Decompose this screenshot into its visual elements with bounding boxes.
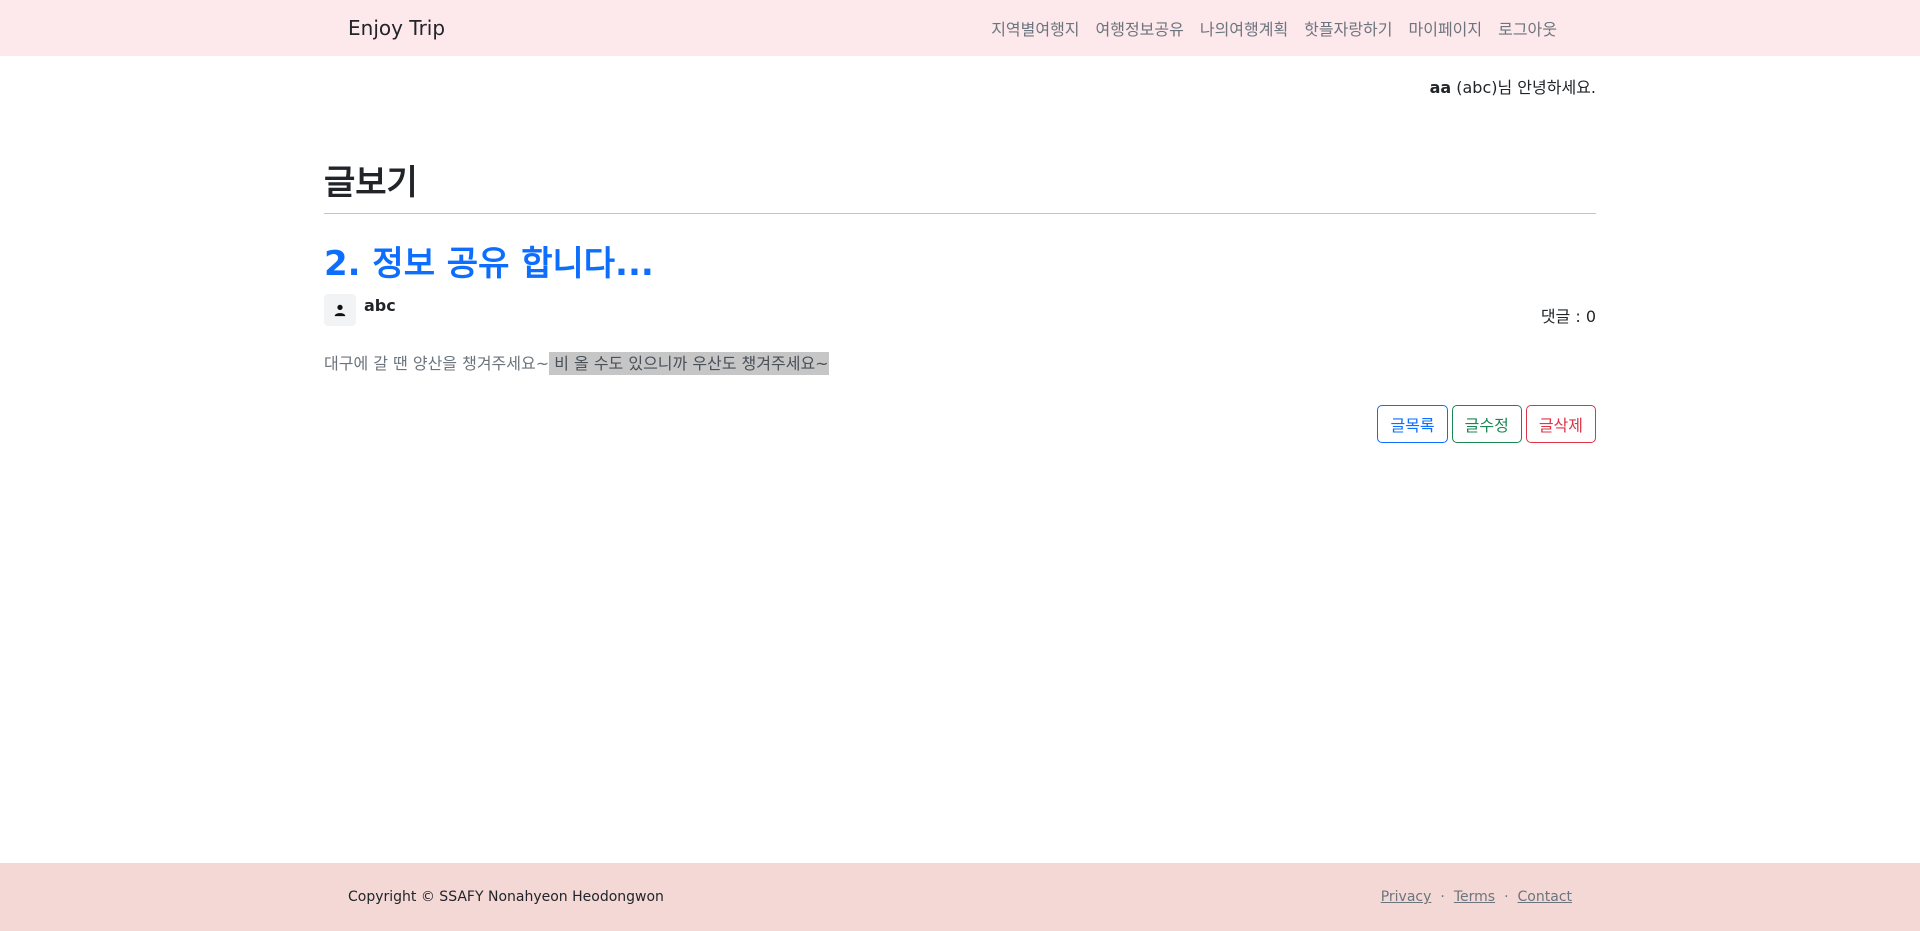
nav-item-travel-info-share[interactable]: 여행정보공유: [1088, 16, 1192, 40]
list-button[interactable]: 글목록: [1377, 405, 1448, 443]
copyright-text: Copyright © SSAFY Nonahyeon Heodongwon: [348, 889, 664, 905]
brand-link[interactable]: Enjoy Trip: [348, 0, 445, 56]
footer-link-contact[interactable]: Contact: [1518, 889, 1572, 905]
content-text: 대구에 갈 땐 양산을 챙겨주세요~: [324, 354, 550, 373]
footer-separator: ·: [1504, 889, 1509, 905]
footer-link-privacy[interactable]: Privacy: [1381, 889, 1432, 905]
nav-item-logout[interactable]: 로그아웃: [1490, 16, 1565, 40]
edit-button[interactable]: 글수정: [1451, 405, 1522, 443]
article-author: abc: [364, 296, 396, 315]
greeting-text: (abc)님 안녕하세요.: [1451, 78, 1596, 97]
nav-item-mypage[interactable]: 마이페이지: [1401, 16, 1491, 40]
article-title: 2. 정보 공유 합니다...: [324, 244, 654, 284]
footer-links: Privacy · Terms · Contact: [1381, 863, 1572, 931]
content-selected-text: 비 올 수도 있으니까 우산도 챙겨주세요~: [549, 352, 829, 375]
nav-item-regional-destinations[interactable]: 지역별여행지: [983, 16, 1087, 40]
page-title: 글보기: [324, 163, 418, 203]
navbar: Enjoy Trip 지역별여행지 여행정보공유 나의여행계획 핫플자랑하기 마…: [0, 0, 1920, 56]
author-avatar: [324, 294, 356, 326]
nav-item-hotplace[interactable]: 핫플자랑하기: [1296, 16, 1400, 40]
nav-item-my-trip-plan[interactable]: 나의여행계획: [1192, 16, 1296, 40]
user-greeting: aa (abc)님 안녕하세요.: [1430, 74, 1596, 98]
nav-menu: 지역별여행지 여행정보공유 나의여행계획 핫플자랑하기 마이페이지 로그아웃: [983, 0, 1565, 56]
footer-separator: ·: [1440, 889, 1445, 905]
person-icon: [334, 304, 346, 317]
article-content: 대구에 갈 땐 양산을 챙겨주세요~ 비 올 수도 있으니까 우산도 챙겨주세요…: [324, 350, 829, 375]
delete-button[interactable]: 글삭제: [1525, 405, 1596, 443]
title-divider: [324, 213, 1596, 214]
article-actions: 글목록 글수정 글삭제: [1377, 405, 1596, 443]
footer: Copyright © SSAFY Nonahyeon Heodongwon P…: [0, 863, 1920, 931]
user-id: aa: [1429, 78, 1452, 97]
comment-count: 댓글 : 0: [1540, 307, 1596, 326]
footer-link-terms[interactable]: Terms: [1454, 889, 1495, 905]
